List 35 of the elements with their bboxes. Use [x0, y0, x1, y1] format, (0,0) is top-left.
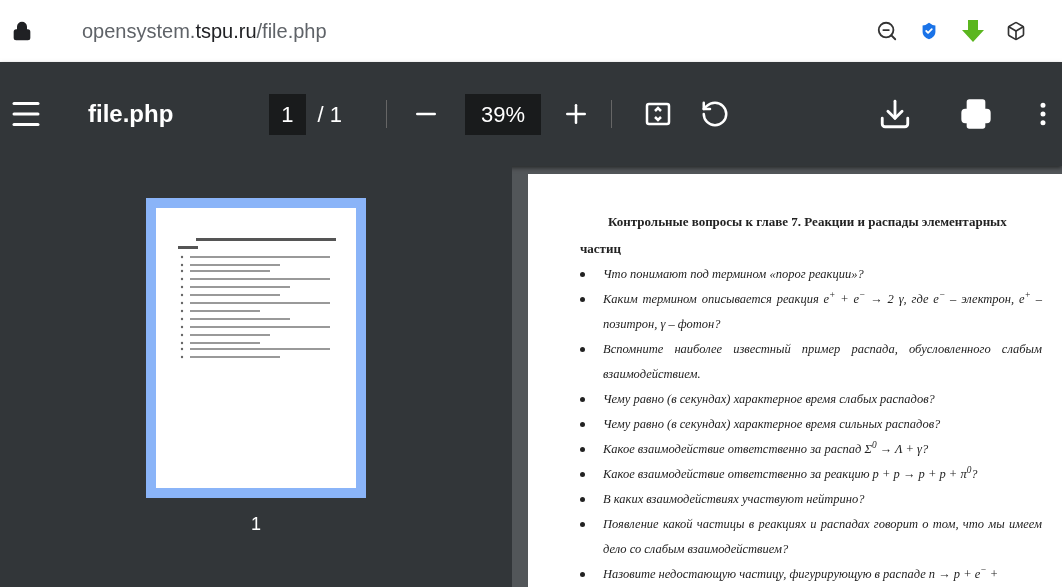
download-arrow-icon[interactable]	[960, 18, 986, 44]
page-total: / 1	[317, 100, 343, 129]
print-icon[interactable]	[960, 98, 992, 130]
question-text: Чему равно (в секундах) характерное время сильных распадов?	[603, 416, 941, 433]
question-text: Что понимают под термином «порог реакции»?	[603, 266, 864, 283]
cube-icon[interactable]	[1006, 21, 1026, 41]
zoom-field[interactable]: 39%	[465, 93, 542, 135]
page-input[interactable]: 1	[269, 93, 306, 135]
question-text: Каким термином описывается реакция e$^{+}$ + e$^{−}$ → 2 γ, где e$^{−}$ – электрон, e$^{+}$ – позитрон, γ – фотон?	[603, 289, 1042, 333]
question-text: Появление какой частицы в реакциях и распадах говорит о том, что мы имеем дело со слабым взаимодействием?	[603, 516, 1042, 558]
bullet-icon	[580, 272, 585, 277]
bullet-icon	[580, 497, 585, 502]
fit-page-icon[interactable]	[644, 100, 673, 128]
question-text: В каких взаимодействиях участвуют нейтрино?	[603, 491, 865, 508]
bullet-icon	[580, 297, 585, 302]
bullet-icon	[580, 447, 585, 452]
question-text: Какое взаимодействие ответственно за реакцию p + p → p + p + π$^{0}$?	[603, 464, 978, 483]
bullet-icon	[580, 347, 585, 352]
bullet-icon	[580, 472, 585, 477]
page-number-label: 1	[251, 513, 261, 536]
bullet-icon	[580, 522, 585, 527]
url-text[interactable]: opensystem.tspu.ru/file.php	[82, 16, 327, 46]
question-text: Вспомните наиболее известный пример распада, обусловленного слабым взаимодействием.	[603, 341, 1042, 383]
lock-icon	[12, 21, 32, 41]
question-text: Чему равно (в секундах) характерное время слабых распадов?	[603, 391, 935, 408]
bullet-icon	[580, 422, 585, 427]
question-text: Назовите недостающую частицу, фигурирующую в распаде n → p + e$^{−}$ +	[603, 564, 999, 583]
bullet-icon	[580, 397, 585, 402]
zoom-out-icon[interactable]	[876, 20, 898, 42]
download-icon[interactable]	[878, 97, 912, 131]
question-text: Какое взаимодействие ответственно за распад Σ$^{0}$ → Λ + γ?	[603, 439, 929, 458]
document-title: file.php	[88, 99, 174, 129]
page-thumbnail[interactable]	[146, 198, 366, 498]
bullet-icon	[580, 572, 585, 577]
document-heading: Контрольные вопросы к главе 7. Реакции и распады элементарных частиц	[580, 213, 1008, 258]
